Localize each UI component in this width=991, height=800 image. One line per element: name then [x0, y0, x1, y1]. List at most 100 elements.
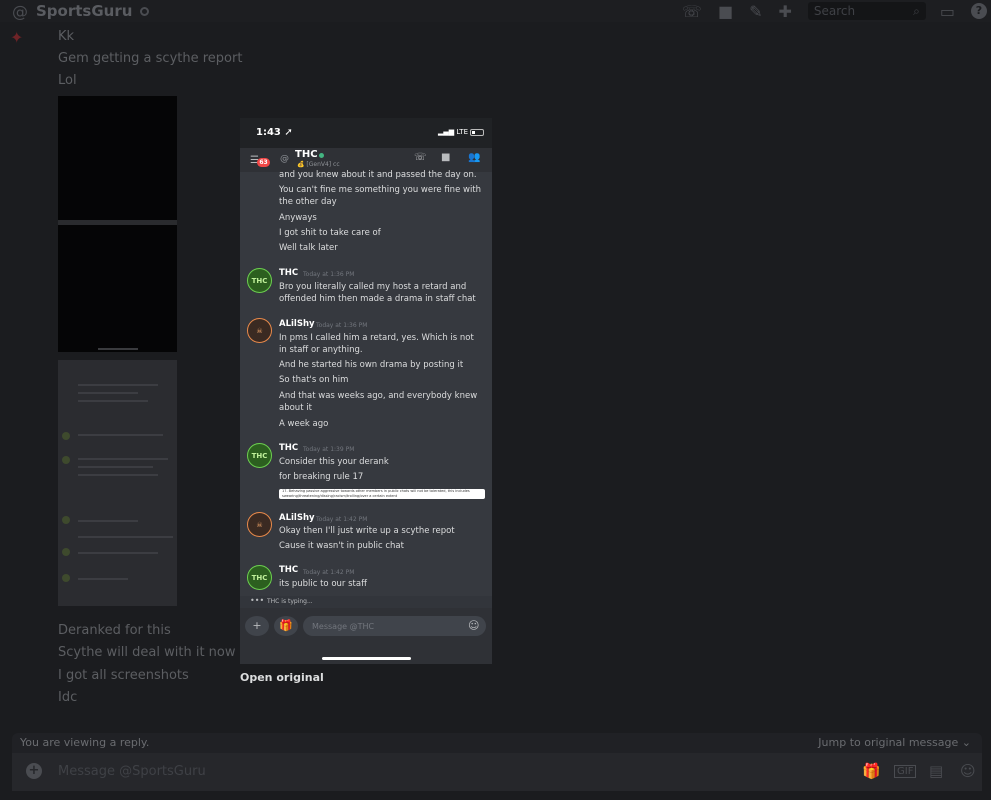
emoji-icon[interactable]: ☺ — [468, 619, 479, 632]
message-text: Bro you literally called my host a retar… — [279, 282, 476, 304]
inbox-icon[interactable]: ▭ — [940, 2, 955, 21]
gift-icon[interactable]: 🎁 — [862, 762, 881, 780]
thumb-line — [78, 458, 168, 460]
message-text: I got all screenshots — [58, 668, 189, 683]
network-text: LTE — [456, 128, 469, 136]
pin-icon[interactable]: ✎ — [749, 2, 762, 21]
message-timestamp: Today at 1:42 PM — [316, 516, 368, 523]
message-text: Consider this your derank — [279, 457, 389, 467]
message-text: Lol — [58, 73, 77, 88]
typing-text: THC is typing... — [267, 598, 313, 605]
divider — [58, 220, 177, 225]
thumb-line — [78, 536, 173, 538]
message-text: And he started his own drama by posting … — [279, 360, 464, 370]
members-icon[interactable]: 👥 — [468, 152, 480, 163]
avatar[interactable]: THC — [247, 565, 272, 590]
reply-notice: You are viewing a reply. — [20, 736, 150, 749]
message-input-placeholder: Message @THC — [312, 622, 375, 631]
emoji-icon[interactable]: ☺ — [960, 762, 976, 780]
dm-status: 💰 [GenV4] cc — [297, 161, 340, 168]
message-text: So that's on him — [279, 375, 349, 385]
avatar[interactable]: ✦ — [10, 28, 23, 47]
message-timestamp: Today at 1:36 PM — [316, 322, 368, 329]
online-dot — [319, 153, 324, 158]
message-text: And that was weeks ago, and everybody kn… — [279, 391, 478, 413]
rule-image[interactable]: 17. Behaving passive aggressive towards … — [279, 489, 485, 499]
time-text: 1:43 — [256, 127, 281, 138]
message-author[interactable]: THC — [279, 268, 298, 278]
signal-icon: ▂▄▆ LTE — [438, 128, 469, 136]
channel-name: SportsGuru — [36, 2, 133, 20]
help-icon[interactable]: ? — [971, 3, 987, 19]
gif-icon[interactable]: GIF — [894, 765, 917, 778]
message-author[interactable]: ALilShy — [279, 513, 315, 523]
thumb-line — [78, 434, 163, 436]
video-icon[interactable]: ■ — [441, 152, 450, 163]
chevron-down-icon: ⌄ — [961, 736, 971, 749]
gift-icon[interactable]: 🎁 — [274, 616, 298, 636]
status-text: [GenV4] cc — [306, 161, 340, 168]
message-author[interactable]: THC — [279, 565, 298, 575]
message-text: Scythe will deal with it now — [58, 645, 236, 660]
thumb-avatar — [62, 456, 70, 464]
jump-to-original-link[interactable]: Jump to original message ⌄ — [818, 736, 971, 749]
avatar[interactable]: THC — [247, 268, 272, 293]
at-icon: @ — [280, 154, 289, 164]
jump-label: Jump to original message — [818, 736, 959, 749]
attachment-image[interactable] — [58, 96, 177, 352]
message-text: Cause it wasn't in public chat — [279, 541, 404, 551]
avatar[interactable]: ☠ — [247, 318, 272, 343]
thumb-line — [78, 384, 158, 386]
message-timestamp: Today at 1:36 PM — [303, 271, 355, 278]
message-text: its public to our staff — [279, 579, 367, 589]
clock: 1:43 ➚ — [256, 127, 293, 138]
typing-dots-icon: ••• — [250, 596, 265, 605]
thumb-line — [78, 474, 158, 476]
phone-call-icon[interactable]: ☏ — [414, 152, 427, 163]
avatar[interactable]: THC — [247, 443, 272, 468]
thumb-line — [78, 520, 138, 522]
message-text: and you knew about it and passed the day… — [279, 170, 477, 180]
home-indicator — [322, 657, 411, 660]
phone-screenshot[interactable]: 1:43 ➚ ▂▄▆ LTE ☰ 63 @ THC 💰 [GenV4] cc ☏… — [240, 118, 492, 664]
search-input[interactable]: Search ⌕ — [807, 2, 926, 20]
sticker-icon[interactable]: ▤ — [929, 762, 943, 780]
thumb-line — [78, 578, 128, 580]
message-text: You can't fine me something you were fin… — [279, 185, 482, 207]
thumb-avatar — [62, 574, 70, 582]
message-text: Okay then I'll just write up a scythe re… — [279, 526, 455, 536]
thumb-avatar — [62, 516, 70, 524]
message-author[interactable]: ALilShy — [279, 319, 315, 329]
message-input-placeholder: Message @SportsGuru — [58, 764, 206, 779]
add-friend-icon[interactable]: ✚ — [778, 2, 791, 21]
message-text: In pms I called him a retard, yes. Which… — [279, 333, 474, 355]
status-dot — [140, 6, 150, 16]
phone-call-icon[interactable]: ☏ — [682, 2, 702, 21]
add-attachment-button[interactable]: + — [26, 763, 42, 779]
attachment-image[interactable] — [58, 360, 177, 606]
add-button[interactable]: + — [245, 616, 269, 636]
home-indicator — [98, 348, 138, 350]
status-bar: 1:43 ➚ ▂▄▆ LTE — [240, 118, 492, 148]
message-author[interactable]: THC — [279, 443, 298, 453]
thumb-avatar — [62, 548, 70, 556]
thumb-avatar — [62, 432, 70, 440]
message-text: Idc — [58, 690, 78, 705]
message-text: Anyways — [279, 213, 317, 223]
thumb-line — [78, 392, 138, 394]
dm-name: THC — [295, 149, 318, 160]
battery-icon — [470, 129, 484, 136]
typing-indicator: ••• THC is typing... — [240, 596, 492, 608]
thumb-line — [78, 466, 153, 468]
thumb-line — [78, 400, 148, 402]
message-text: Kk — [58, 29, 75, 44]
message-text: Gem getting a scythe report — [58, 51, 243, 66]
at-icon: @ — [12, 1, 28, 21]
message-text: I got shit to take care of — [279, 228, 381, 238]
video-icon[interactable]: ■ — [718, 2, 733, 21]
header-toolbar: ☏ ■ ✎ ✚ Search ⌕ ▭ ? — [682, 0, 991, 22]
message-text: Well talk later — [279, 243, 338, 253]
avatar[interactable]: ☠ — [247, 512, 272, 537]
open-original-link[interactable]: Open original — [240, 671, 324, 684]
thumb-line — [78, 552, 158, 554]
